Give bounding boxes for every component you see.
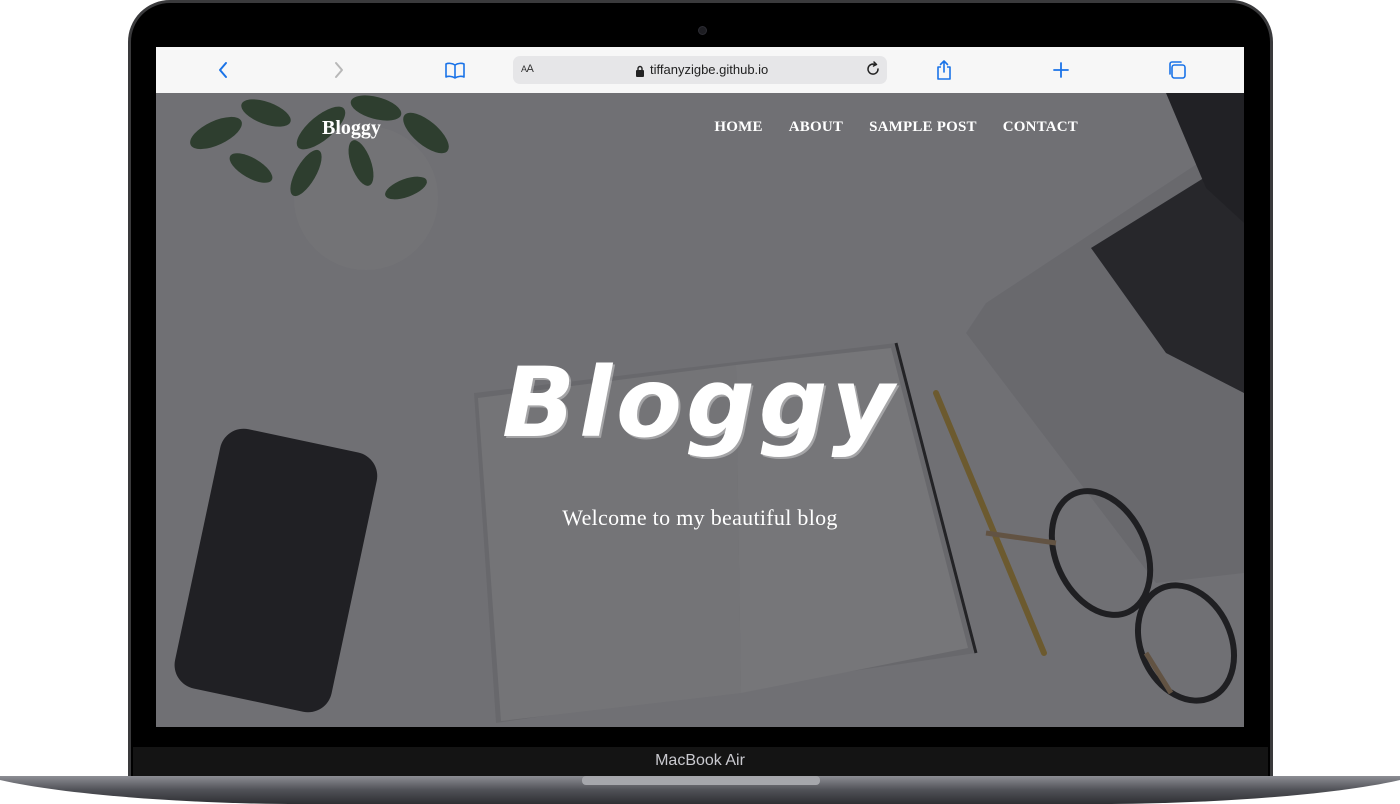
back-icon[interactable] — [211, 58, 235, 82]
hero-subtitle: Welcome to my beautiful blog — [562, 505, 838, 530]
tabs-icon[interactable] — [1165, 58, 1189, 82]
model-label: MacBook Air — [655, 752, 745, 769]
lock-icon — [635, 64, 645, 82]
forward-icon[interactable] — [327, 58, 351, 82]
share-icon[interactable] — [932, 58, 956, 82]
reload-icon[interactable] — [865, 61, 881, 82]
screen: AA tiffanyzigbe.github.io Bloggy HOME AB… — [156, 47, 1244, 727]
device-stage: AA tiffanyzigbe.github.io Bloggy HOME AB… — [0, 0, 1400, 804]
web-page: Bloggy HOME ABOUT SAMPLE POST CONTACT Bl… — [156, 93, 1244, 727]
camera — [698, 26, 707, 35]
new-tab-icon[interactable] — [1049, 58, 1073, 82]
url-text: tiffanyzigbe.github.io — [650, 62, 769, 77]
text-size-button[interactable]: AA — [521, 63, 534, 75]
address-bar[interactable]: AA tiffanyzigbe.github.io — [513, 56, 887, 84]
nav-home[interactable]: HOME — [714, 119, 762, 136]
site-brand-link[interactable]: Bloggy — [322, 117, 381, 140]
nav-about[interactable]: ABOUT — [789, 119, 843, 136]
nav-sample-post[interactable]: SAMPLE POST — [869, 119, 977, 136]
bookmarks-icon[interactable] — [443, 58, 467, 82]
browser-toolbar: AA tiffanyzigbe.github.io — [156, 47, 1244, 94]
main-nav: HOME ABOUT SAMPLE POST CONTACT — [714, 119, 1078, 136]
laptop-base — [0, 776, 1400, 804]
hero-title: Bloggy — [501, 347, 899, 459]
nav-contact[interactable]: CONTACT — [1003, 119, 1078, 136]
